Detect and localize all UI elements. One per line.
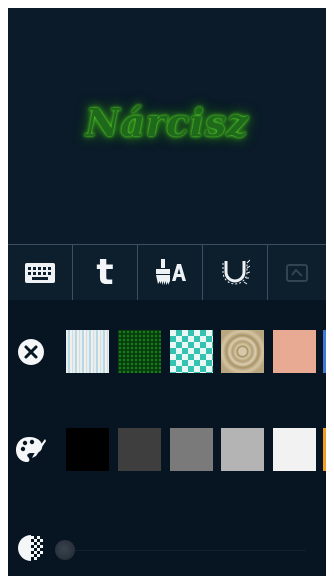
clear-background-button[interactable] — [15, 336, 47, 368]
font-tool[interactable]: t — [73, 245, 138, 300]
close-circle-icon — [18, 339, 44, 365]
glow-effect-icon — [222, 259, 250, 284]
background-swatch-tan[interactable] — [221, 330, 264, 373]
background-swatch-salmon[interactable] — [273, 330, 316, 373]
scroll-hint-blue — [323, 330, 326, 373]
background-swatch-green[interactable] — [118, 330, 161, 373]
color-swatch-light-gray[interactable] — [221, 428, 264, 471]
opacity-button[interactable] — [15, 532, 47, 564]
background-swatch-teal[interactable] — [170, 330, 213, 373]
keyboard-icon — [25, 262, 55, 283]
background-row — [8, 330, 326, 374]
paint-brush-letter-a-icon — [156, 258, 186, 285]
opacity-slider-track[interactable] — [58, 550, 306, 551]
style-panel — [8, 300, 326, 576]
preview-text[interactable]: Nárcisz — [8, 100, 326, 145]
editor-toolbar: t — [8, 244, 326, 301]
color-row — [8, 428, 326, 472]
color-swatch-white[interactable] — [273, 428, 316, 471]
background-swatch-stripes[interactable] — [66, 330, 109, 373]
color-swatch-black[interactable] — [66, 428, 109, 471]
scroll-hint-orange — [323, 428, 326, 471]
tumblr-t-icon: t — [96, 251, 114, 293]
keyboard-tool[interactable] — [8, 245, 73, 300]
more-tool[interactable] — [268, 245, 326, 300]
text-preview-area: Nárcisz — [8, 8, 326, 244]
opacity-icon — [18, 533, 46, 563]
color-picker-button[interactable] — [15, 434, 47, 466]
text-color-tool[interactable] — [138, 245, 203, 300]
color-swatch-gray[interactable] — [170, 428, 213, 471]
opacity-slider-handle[interactable] — [55, 540, 75, 560]
color-swatch-dark-gray[interactable] — [118, 428, 161, 471]
palette-icon — [16, 437, 46, 462]
glow-tool[interactable] — [203, 245, 268, 300]
faded-tool-icon — [286, 263, 308, 282]
app-screen: Nárcisz t — [8, 8, 326, 576]
